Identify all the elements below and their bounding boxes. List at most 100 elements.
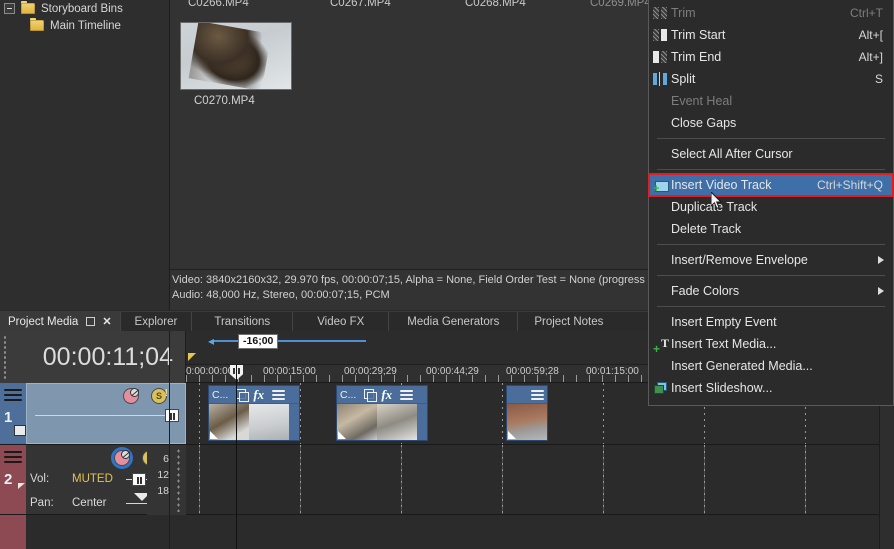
fade-handle-icon[interactable]: [508, 431, 516, 439]
menu-item-insert-slideshow[interactable]: Insert Slideshow...: [649, 377, 893, 399]
meter-dots: [177, 448, 180, 512]
tab-transitions[interactable]: Transitions: [192, 311, 294, 332]
menu-item-close-gaps[interactable]: Close Gaps: [649, 112, 893, 134]
menu-item-insert-remove-envelope[interactable]: Insert/Remove Envelope: [649, 249, 893, 271]
timecode-display[interactable]: 00:00:11;04: [43, 343, 185, 372]
project-media-tree[interactable]: Storyboard Bins Main Timeline: [0, 0, 170, 310]
menu-item-duplicate-track[interactable]: Duplicate Track: [649, 196, 893, 218]
track-fader-knob[interactable]: [165, 409, 179, 422]
thumb-caption: C0266.MP4: [188, 0, 249, 9]
tree-item-main-timeline[interactable]: Main Timeline: [0, 17, 169, 34]
meter-label: 18: [157, 485, 169, 497]
menu-item-trim-start[interactable]: Trim Start Alt+[: [649, 24, 893, 46]
marker-flag-icon[interactable]: [188, 353, 196, 361]
clip-header[interactable]: C... fx: [337, 386, 427, 403]
grid-line: [704, 445, 705, 514]
menu-item-shortcut: S: [874, 72, 883, 86]
grid-line: [401, 445, 402, 514]
ruler-label: 00:00:59;28: [506, 366, 559, 377]
mute-button[interactable]: [123, 388, 139, 404]
clip-thumbnail: [249, 404, 289, 440]
panel-splitter[interactable]: [169, 331, 170, 549]
track-header-1[interactable]: 1 S!: [0, 383, 186, 445]
menu-icon[interactable]: [272, 388, 286, 401]
fx-icon[interactable]: fx: [253, 388, 266, 401]
tab-project-notes[interactable]: Project Notes: [518, 312, 619, 332]
panel-tab-bar[interactable]: Project Media ✕ Explorer Transitions Vid…: [0, 311, 650, 332]
float-panel-icon[interactable]: [86, 317, 96, 326]
fx-icon[interactable]: fx: [381, 388, 394, 401]
media-thumbnail[interactable]: [180, 22, 292, 90]
menu-item-label: Delete Track: [671, 222, 742, 236]
tree-item-label: Storyboard Bins: [41, 2, 123, 15]
timecode-panel[interactable]: 00:00:11;04: [0, 331, 186, 383]
timeline-clip[interactable]: C... fx: [336, 385, 428, 441]
menu-separator: [657, 275, 885, 276]
grid-line: [300, 445, 301, 514]
pan-value[interactable]: Center: [72, 497, 107, 509]
offset-line-left: [214, 340, 239, 342]
playhead-line: [236, 365, 237, 549]
folder-icon: [30, 18, 44, 31]
split-icon: [652, 72, 668, 86]
menu-icon[interactable]: [531, 388, 544, 401]
fade-handle-icon[interactable]: [338, 431, 346, 439]
trim-end-icon: [652, 50, 668, 64]
menu-item-label: Insert Empty Event: [671, 315, 777, 329]
menu-icon[interactable]: [400, 388, 414, 401]
menu-item-split[interactable]: Split S: [649, 68, 893, 90]
ruler-label: 0:00:00:00: [186, 366, 234, 377]
menu-item-trim-end[interactable]: Trim End Alt+]: [649, 46, 893, 68]
volume-fader-knob[interactable]: [132, 473, 146, 486]
menu-item-insert-empty-event[interactable]: Insert Empty Event: [649, 311, 893, 333]
timeline-clip[interactable]: [506, 385, 548, 441]
timeline-audio-track[interactable]: [186, 445, 894, 515]
menu-item-label: Insert Generated Media...: [671, 359, 813, 373]
clip-header[interactable]: [507, 386, 547, 403]
tab-explorer[interactable]: Explorer: [121, 311, 193, 332]
close-icon[interactable]: ✕: [102, 315, 111, 328]
menu-item-insert-text-media[interactable]: T + Insert Text Media...: [649, 333, 893, 356]
menu-icon[interactable]: [4, 389, 22, 402]
media-thumbnail-grid[interactable]: C0266.MP4 C0267.MP4 C0268.MP4 C0269.MP4 …: [170, 0, 650, 270]
offset-value: -16;00: [238, 333, 279, 349]
volume-value[interactable]: MUTED: [72, 473, 113, 485]
track-number: 2: [4, 471, 13, 488]
menu-separator: [657, 169, 885, 170]
clip-fill: [417, 404, 427, 440]
menu-item-delete-track[interactable]: Delete Track: [649, 218, 893, 240]
track-1-body[interactable]: S!: [26, 383, 186, 444]
tree-item-storyboard-bins[interactable]: Storyboard Bins: [0, 0, 169, 17]
fade-handle-icon[interactable]: [210, 431, 218, 439]
menu-item-fade-colors[interactable]: Fade Colors: [649, 280, 893, 302]
menu-item-label: Insert Video Track: [671, 178, 772, 192]
track-context-menu[interactable]: Trim Ctrl+T Trim Start Alt+[ Trim End Al…: [648, 0, 894, 406]
timeline-empty-area[interactable]: [186, 515, 894, 549]
menu-item-label: Fade Colors: [671, 284, 740, 298]
tab-project-media[interactable]: Project Media ✕: [0, 311, 121, 332]
crop-icon[interactable]: [362, 388, 378, 402]
timeline-clip[interactable]: C... fx: [208, 385, 300, 441]
folder-icon: [21, 1, 35, 14]
expander-icon[interactable]: [4, 3, 15, 14]
menu-item-insert-generated-media[interactable]: Insert Generated Media...: [649, 355, 893, 377]
insert-slideshow-icon: [652, 381, 668, 395]
menu-item-insert-video-track[interactable]: Insert Video Track Ctrl+Shift+Q: [648, 173, 894, 197]
tab-media-generators[interactable]: Media Generators: [389, 311, 519, 332]
audio-track-icon: [18, 483, 25, 489]
tab-video-fx[interactable]: Video FX: [293, 311, 390, 332]
track-number: 1: [4, 409, 13, 426]
meter-label: 12: [157, 469, 169, 481]
mute-button[interactable]: [114, 450, 130, 466]
offset-line-right: [278, 340, 367, 342]
track-fader-track[interactable]: [35, 415, 175, 416]
clip-body: [337, 404, 427, 440]
solo-button[interactable]: S!: [151, 388, 168, 404]
clip-header[interactable]: C... fx: [209, 386, 299, 403]
menu-item-select-all-after-cursor[interactable]: Select All After Cursor: [649, 143, 893, 165]
trim-icon: [652, 6, 668, 20]
solo-icon: !: [164, 388, 168, 399]
menu-item-label: Trim End: [671, 50, 722, 64]
grid-line: [502, 445, 503, 514]
menu-icon[interactable]: [4, 451, 22, 464]
